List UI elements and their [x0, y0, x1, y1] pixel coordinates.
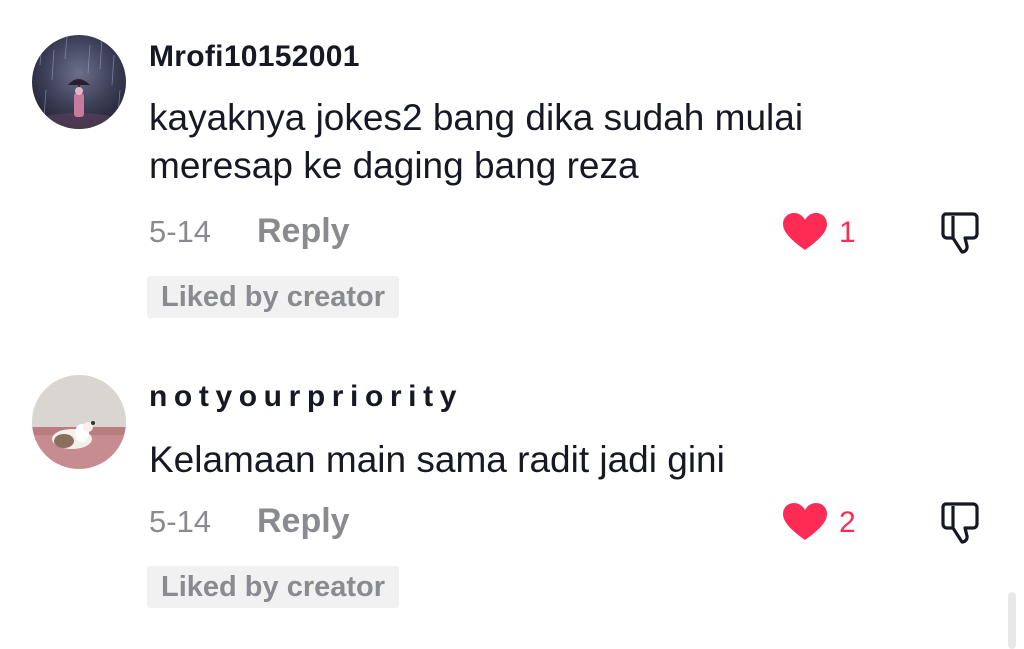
- comment-item: Mrofi10152001 kayaknya jokes2 bang dika …: [0, 0, 1024, 340]
- comment-actions: 5-14 Reply 2: [149, 502, 1009, 544]
- reply-button[interactable]: Reply: [257, 212, 350, 251]
- comment-username[interactable]: notyourpriority: [149, 380, 463, 414]
- like-button[interactable]: 1: [781, 212, 871, 252]
- comment-text: kayaknya jokes2 bang dika sudah mulai me…: [149, 97, 804, 186]
- liked-by-creator-badge: Liked by creator: [147, 276, 400, 318]
- like-count: 1: [839, 216, 856, 249]
- dislike-button[interactable]: [937, 498, 985, 546]
- comment-date: 5-14: [149, 504, 212, 539]
- comment-actions: 5-14 Reply 1: [149, 212, 1009, 254]
- comment-item: notyourpriority Kelamaan main sama radit…: [0, 340, 1024, 640]
- heart-icon: [783, 213, 827, 250]
- thumbs-down-icon: [941, 502, 979, 544]
- comment-username[interactable]: Mrofi10152001: [149, 40, 360, 74]
- avatar[interactable]: [32, 375, 126, 469]
- comment-text: Kelamaan main sama radit jadi gini: [149, 439, 725, 480]
- heart-icon: [783, 503, 827, 540]
- liked-by-creator-badge: Liked by creator: [147, 566, 400, 608]
- thumbs-down-icon: [941, 212, 979, 254]
- dislike-button[interactable]: [937, 208, 985, 256]
- avatar[interactable]: [32, 35, 126, 129]
- like-count: 2: [839, 506, 856, 539]
- like-button[interactable]: 2: [781, 502, 871, 542]
- reply-button[interactable]: Reply: [257, 502, 350, 541]
- scrollbar[interactable]: [1008, 592, 1016, 649]
- comment-date: 5-14: [149, 214, 212, 249]
